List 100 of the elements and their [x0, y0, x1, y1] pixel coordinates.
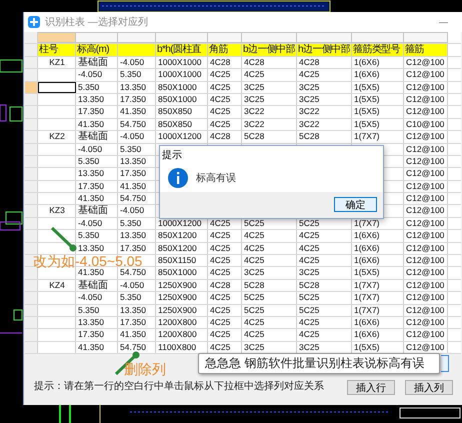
table-cell-text: C12@100: [405, 168, 446, 180]
row-header[interactable]: [25, 144, 38, 155]
table-cell-text: 1(6X6): [353, 56, 381, 68]
table-cell-text: 5C28: [243, 280, 266, 292]
table-cell-text: 1(6X6): [353, 69, 381, 81]
column-picker-cell[interactable]: [118, 32, 156, 44]
table-cell-text: 3C25: [243, 267, 266, 279]
table-cell-text: 17.350: [77, 106, 105, 118]
app-icon: [28, 16, 40, 28]
row-header[interactable]: [25, 69, 38, 81]
row-header[interactable]: [25, 280, 38, 292]
table-cell-text: 54.750: [119, 267, 147, 279]
table-cell-text: 4C25: [209, 255, 232, 266]
table-cell-text: 4C25: [209, 329, 232, 341]
row-header[interactable]: [25, 304, 38, 316]
row-header[interactable]: [25, 94, 38, 106]
table-cell-text: C12@100: [405, 329, 446, 341]
row-header[interactable]: [25, 131, 38, 143]
row-header[interactable]: [25, 205, 38, 217]
column-picker-cell[interactable]: [297, 32, 352, 44]
table-cell-text: 13.350: [119, 230, 147, 242]
table-cell-text: 1(7X7): [353, 304, 381, 316]
row-header[interactable]: [25, 156, 38, 168]
table-cell-text: 4C25: [209, 230, 232, 242]
table-cell-text: 5C25: [298, 218, 320, 230]
row-header[interactable]: [25, 118, 38, 130]
table-cell-text: 5.350: [77, 230, 100, 242]
ok-button[interactable]: 确定: [334, 197, 377, 212]
row-header[interactable]: [25, 180, 38, 192]
table-cell-text: 4C25: [243, 69, 266, 81]
table-cell-text: C12@100: [405, 292, 446, 304]
table-cell-text: 5C28: [243, 131, 266, 143]
column-picker-cell[interactable]: [38, 32, 76, 44]
column-header: 角筋: [208, 44, 242, 56]
table-cell-text: 基础面: [77, 56, 109, 68]
minimize-button[interactable]: —: [439, 17, 448, 27]
table-cell-text: 17.350: [119, 94, 147, 106]
table-cell-text: 3C25: [298, 82, 320, 93]
table-cell-text: 13.350: [77, 94, 105, 106]
table-cell-text: 4C25: [209, 304, 232, 316]
partial-button[interactable]: [441, 355, 449, 372]
column-picker-cell[interactable]: [156, 32, 208, 44]
column-header: 箍筋类型号: [352, 44, 404, 56]
table-cell-text: C12@100: [405, 56, 446, 68]
table-cell-text: 17.350: [119, 168, 147, 180]
table-cell-text: C12@100: [405, 304, 446, 316]
table-cell-text: 54.750: [119, 342, 147, 354]
table-cell-text: 850X1000: [157, 82, 198, 93]
table-cell-text: 4C25: [209, 118, 232, 130]
table-cell-text: 13.350: [119, 304, 147, 316]
table-cell-text: 5C25: [298, 304, 320, 316]
row-header[interactable]: [25, 230, 38, 242]
row-header[interactable]: [25, 193, 38, 204]
table-cell-text: 5C28: [298, 280, 320, 292]
column-picker-cell[interactable]: [76, 32, 118, 44]
row-header[interactable]: [25, 168, 38, 180]
table-cell-text: 850X1150: [157, 255, 198, 266]
table-cell-text: 4C25: [298, 255, 320, 266]
table-cell-text: 5.350: [119, 292, 142, 304]
row-header[interactable]: [25, 32, 38, 44]
row-header[interactable]: [25, 56, 38, 68]
column-picker-cell[interactable]: [404, 32, 448, 44]
table-cell-text: C12@100: [405, 280, 446, 292]
insert-button[interactable]: 插入行: [347, 380, 395, 395]
table-cell-text: 4C25: [209, 267, 232, 279]
table-cell-text: 850X850: [157, 106, 194, 118]
table-cell-text: 17.350: [77, 329, 105, 341]
table-cell-text: 17.350: [77, 180, 105, 192]
row-header[interactable]: [25, 316, 38, 328]
row-header[interactable]: [25, 267, 38, 279]
row-header[interactable]: [25, 106, 38, 118]
table-cell-text: 1250X900: [157, 280, 198, 292]
current-cell[interactable]: [38, 82, 76, 93]
table-cell-text: 1000X1200: [157, 218, 202, 230]
column-picker-cell[interactable]: [352, 32, 404, 44]
column-header: b*h(圆柱直: [156, 44, 208, 56]
row-header[interactable]: [25, 82, 38, 93]
table-cell-text: 1(6X6): [353, 329, 381, 341]
insert-button[interactable]: 插入列: [405, 380, 453, 395]
row-header[interactable]: [25, 329, 38, 341]
arrow-icon: [48, 224, 77, 252]
row-header[interactable]: [25, 242, 38, 254]
table-cell-text: 1(6X6): [353, 230, 381, 242]
table-cell-text: C12@100: [405, 131, 446, 143]
row-header[interactable]: [25, 342, 38, 354]
column-picker-cell[interactable]: [208, 32, 242, 44]
table-cell-text: 4C25: [298, 329, 320, 341]
table-cell-text: 基础面: [77, 131, 109, 143]
row-header[interactable]: [25, 218, 38, 230]
table-cell-text: 4C25: [243, 242, 266, 254]
column-picker-cell[interactable]: [242, 32, 297, 44]
table-cell-text: C12@100: [405, 69, 446, 81]
table-cell-text: C12@100: [405, 156, 446, 168]
table-cell-text: 41.350: [119, 329, 147, 341]
row-header[interactable]: [25, 292, 38, 304]
table-cell-text: 5.350: [119, 69, 142, 81]
dialog-title: 提示: [161, 149, 183, 161]
table-cell-text: 1200X800: [157, 316, 198, 328]
row-header[interactable]: [25, 44, 38, 56]
table-cell-text: C12@100: [405, 218, 446, 230]
